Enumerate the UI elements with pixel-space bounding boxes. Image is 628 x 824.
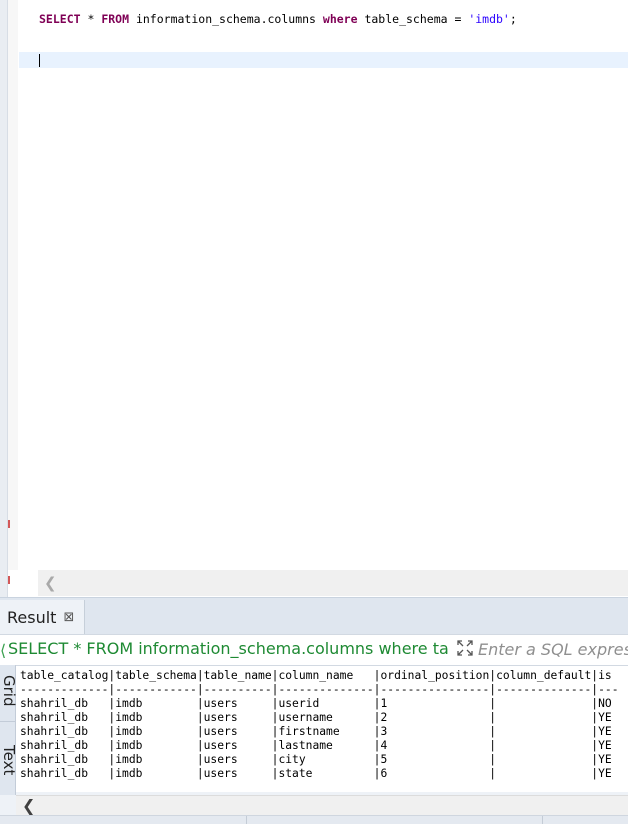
editor-horizontal-scrollbar[interactable]: ❮ [38, 570, 628, 596]
tab-result[interactable]: Result ⊠ [0, 600, 86, 634]
sql-token-kw: FROM [101, 12, 130, 26]
sql-filter-input[interactable] [478, 637, 628, 661]
sql-token-op: table_schema = [357, 12, 469, 26]
result-view-tabs: Grid Text [0, 665, 18, 795]
result-tabbar: Result ⊠ [0, 597, 628, 634]
sql-token-kw: SELECT [39, 12, 81, 26]
sql-token-op: information_schema.columns [129, 12, 323, 26]
tab-result-label: Result [7, 607, 57, 627]
editor-current-line[interactable] [19, 52, 628, 68]
editor-line-query[interactable]: SELECT * FROM information_schema.columns… [19, 0, 628, 44]
result-toolbar: ⟨ SELECT * FROM information_schema.colum… [0, 634, 628, 666]
query-preview[interactable]: SELECT * FROM information_schema.columns… [8, 639, 450, 658]
sql-token-str: 'imdb' [468, 12, 510, 26]
results-horizontal-scrollbar[interactable]: ❮ [16, 795, 628, 816]
sql-query-text[interactable]: SELECT * FROM information_schema.columns… [39, 12, 517, 26]
sql-editor[interactable]: SELECT * FROM information_schema.columns… [0, 0, 628, 597]
side-tab-divider [0, 721, 15, 722]
query-marker-icon: ⟨ [0, 641, 7, 660]
result-text-output: table_catalog|table_schema|table_name|co… [20, 669, 619, 780]
gutter-marker [8, 520, 10, 528]
sql-token-op: * [80, 12, 102, 26]
expand-icon[interactable] [456, 639, 474, 657]
close-tab-icon[interactable]: ⊠ [63, 610, 74, 625]
gutter-marker [8, 576, 10, 584]
sql-token-kw: where [322, 12, 358, 26]
result-panel: Result ⊠ ⟨ SELECT * FROM information_sch… [0, 597, 628, 824]
scroll-left-arrow-icon[interactable]: ❮ [44, 574, 57, 592]
sql-token-op: ; [509, 12, 517, 26]
editor-left-strip [0, 0, 8, 597]
text-caret [39, 54, 40, 67]
scroll-left-arrow-icon[interactable]: ❮ [22, 796, 35, 815]
editor-gutter [8, 0, 18, 584]
result-text-view[interactable]: table_catalog|table_schema|table_name|co… [16, 666, 628, 792]
